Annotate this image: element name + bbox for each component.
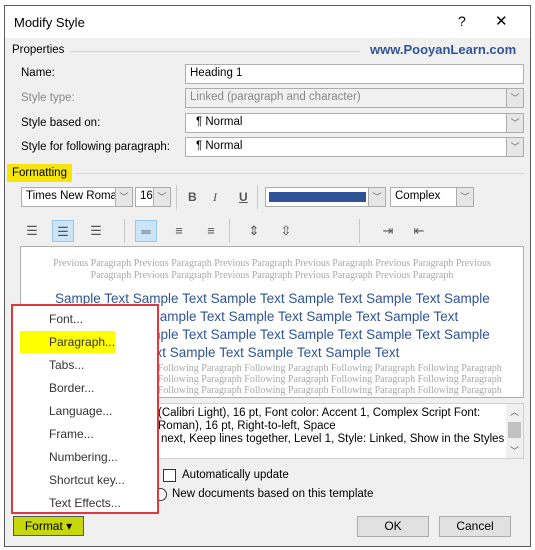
style-type-select: Linked (paragraph and character) ﹀ xyxy=(185,88,524,108)
format-menu: Font... Paragraph... Tabs... Border... L… xyxy=(11,304,159,514)
scroll-thumb[interactable] xyxy=(508,422,521,438)
divider xyxy=(229,219,230,243)
decrease-indent-icon[interactable]: ⇤ xyxy=(408,220,430,242)
name-input[interactable]: Heading 1 xyxy=(185,64,524,84)
color-swatch xyxy=(269,192,366,202)
following-label: Style for following paragraph: xyxy=(21,141,170,153)
style-type-value: Linked (paragraph and character) xyxy=(190,91,361,103)
description-line: Roman), 16 pt, Right-to-left, Space xyxy=(158,420,336,432)
scrollbar[interactable]: ︿ ﹀ xyxy=(506,404,523,458)
preview-previous-line: Previous Paragraph Previous Paragraph Pr… xyxy=(53,258,491,269)
menu-item-border[interactable]: Border... xyxy=(49,381,94,395)
chevron-down-icon: ﹀ xyxy=(115,188,132,206)
menu-item-tabs[interactable]: Tabs... xyxy=(49,358,84,372)
single-spacing-icon[interactable]: ═ xyxy=(135,220,157,242)
decrease-spacing-icon[interactable]: ⇳ xyxy=(275,220,297,242)
based-on-select[interactable]: ¶ Normal ﹀ xyxy=(185,113,524,133)
align-left-icon[interactable]: ☰ xyxy=(21,220,43,242)
format-button[interactable]: Format ▾ xyxy=(13,516,84,536)
menu-item-numbering[interactable]: Numbering... xyxy=(49,450,118,464)
following-value: ¶ Normal xyxy=(196,140,243,152)
properties-heading: Properties xyxy=(12,44,65,56)
font-color-select[interactable]: ﹀ xyxy=(265,187,386,207)
divider xyxy=(176,185,177,209)
cancel-button[interactable]: Cancel xyxy=(439,516,511,537)
font-value: Times New Roman xyxy=(26,190,124,202)
increase-indent-icon[interactable]: ⇥ xyxy=(377,220,399,242)
description-line: (Calibri Light), 16 pt, Font color: Acce… xyxy=(158,407,481,419)
script-value: Complex xyxy=(395,190,441,202)
ok-button[interactable]: OK xyxy=(357,516,429,537)
double-spacing-icon[interactable]: ≡ xyxy=(200,220,222,242)
name-label: Name: xyxy=(21,67,55,79)
auto-update-label: Automatically update xyxy=(182,469,289,481)
bold-button[interactable]: B xyxy=(188,190,197,204)
italic-button[interactable]: I xyxy=(213,190,217,205)
new-docs-label: New documents based on this template xyxy=(172,488,374,500)
scroll-up-icon[interactable]: ︿ xyxy=(510,405,519,418)
increase-spacing-icon[interactable]: ⇕ xyxy=(243,220,265,242)
chevron-down-icon: ﹀ xyxy=(506,114,523,132)
script-select[interactable]: Complex ﹀ xyxy=(390,187,474,207)
size-select[interactable]: 16 ﹀ xyxy=(135,187,171,207)
following-select[interactable]: ¶ Normal ﹀ xyxy=(185,137,524,157)
chevron-down-icon: ﹀ xyxy=(456,188,473,206)
style-type-label: Style type: xyxy=(21,92,75,104)
divider xyxy=(70,51,360,52)
chevron-down-icon: ﹀ xyxy=(506,138,523,156)
chevron-down-icon: ﹀ xyxy=(368,188,385,206)
menu-item-font[interactable]: Font... xyxy=(49,312,83,326)
help-button[interactable]: ? xyxy=(458,13,466,29)
auto-update-checkbox[interactable] xyxy=(163,469,176,482)
size-value: 16 xyxy=(140,190,153,202)
based-on-label: Style based on: xyxy=(21,117,101,129)
based-on-value: ¶ Normal xyxy=(196,116,243,128)
align-right-icon[interactable]: ☰ xyxy=(85,220,107,242)
chevron-down-icon: ﹀ xyxy=(506,89,523,107)
one-half-spacing-icon[interactable]: ≡ xyxy=(168,220,190,242)
divider xyxy=(124,219,125,243)
description-line: next, Keep lines together, Level 1, Styl… xyxy=(161,433,505,445)
menu-item-language[interactable]: Language... xyxy=(49,404,112,418)
title-bar: Modify Style ? ✕ xyxy=(5,6,530,38)
formatting-heading: Formatting xyxy=(7,164,72,182)
menu-item-text-effects[interactable]: Text Effects... xyxy=(49,496,121,510)
font-select[interactable]: Times New Roman ﹀ xyxy=(21,187,133,207)
dialog-title: Modify Style xyxy=(14,15,85,30)
chevron-down-icon: ﹀ xyxy=(153,188,170,206)
menu-item-frame[interactable]: Frame... xyxy=(49,427,94,441)
divider xyxy=(359,219,360,243)
watermark-text: www.PooyanLearn.com xyxy=(370,42,517,57)
preview-previous-line: Paragraph Previous Paragraph Previous Pa… xyxy=(90,270,454,281)
align-center-icon[interactable]: ☰ xyxy=(52,220,74,242)
close-button[interactable]: ✕ xyxy=(495,12,508,30)
scroll-down-icon[interactable]: ﹀ xyxy=(510,444,519,457)
divider xyxy=(76,173,524,174)
divider xyxy=(257,185,258,209)
menu-item-paragraph[interactable]: Paragraph... xyxy=(49,335,115,349)
underline-button[interactable]: U xyxy=(239,190,248,204)
menu-item-shortcut-key[interactable]: Shortcut key... xyxy=(49,473,125,487)
